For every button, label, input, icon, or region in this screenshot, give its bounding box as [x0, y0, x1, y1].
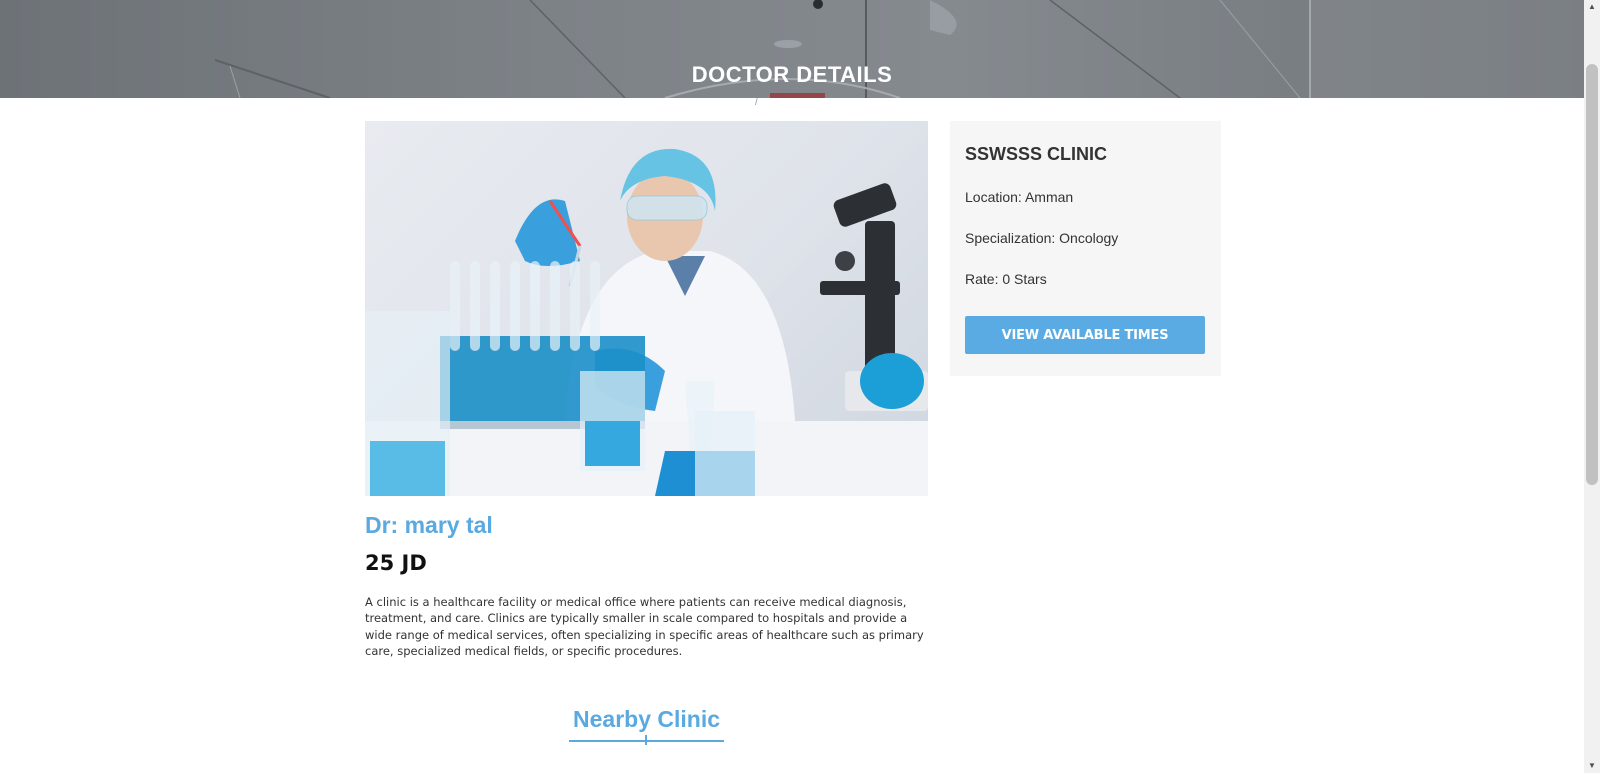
- page-title: DOCTOR DETAILS: [691, 62, 893, 87]
- heading-underline-tick: [645, 735, 647, 745]
- clinic-rating: Rate: 0 Stars: [965, 271, 1047, 287]
- doctor-price: 25 JD: [365, 551, 427, 575]
- breadcrumb-separator: /: [755, 97, 758, 108]
- clinic-location: Location: Amman: [965, 189, 1074, 205]
- scrollbar-thumb[interactable]: [1586, 64, 1598, 485]
- doctor-photo: [365, 121, 928, 496]
- doctor-name: Dr: mary tal: [365, 512, 493, 538]
- clinic-info-card: SSWSSS CLINIC Location: Amman Specializa…: [950, 121, 1221, 376]
- nearby-clinic-heading: Nearby Clinic: [573, 706, 720, 732]
- scroll-down-arrow-icon[interactable]: ▼: [1584, 759, 1600, 773]
- lab-scientist-illustration: [365, 148, 928, 496]
- page-scrollbar[interactable]: ▲ ▼: [1584, 0, 1600, 773]
- clinic-name: SSWSSS CLINIC: [965, 144, 1108, 164]
- doctor-description: A clinic is a healthcare facility or med…: [365, 595, 924, 658]
- scroll-up-arrow-icon[interactable]: ▲: [1584, 0, 1600, 14]
- view-available-times-button[interactable]: VIEW AVAILABLE TIMES: [965, 316, 1205, 354]
- page-hero-banner: DOCTOR DETAILS: [0, 0, 1584, 98]
- clinic-specialization: Specialization: Oncology: [965, 230, 1119, 246]
